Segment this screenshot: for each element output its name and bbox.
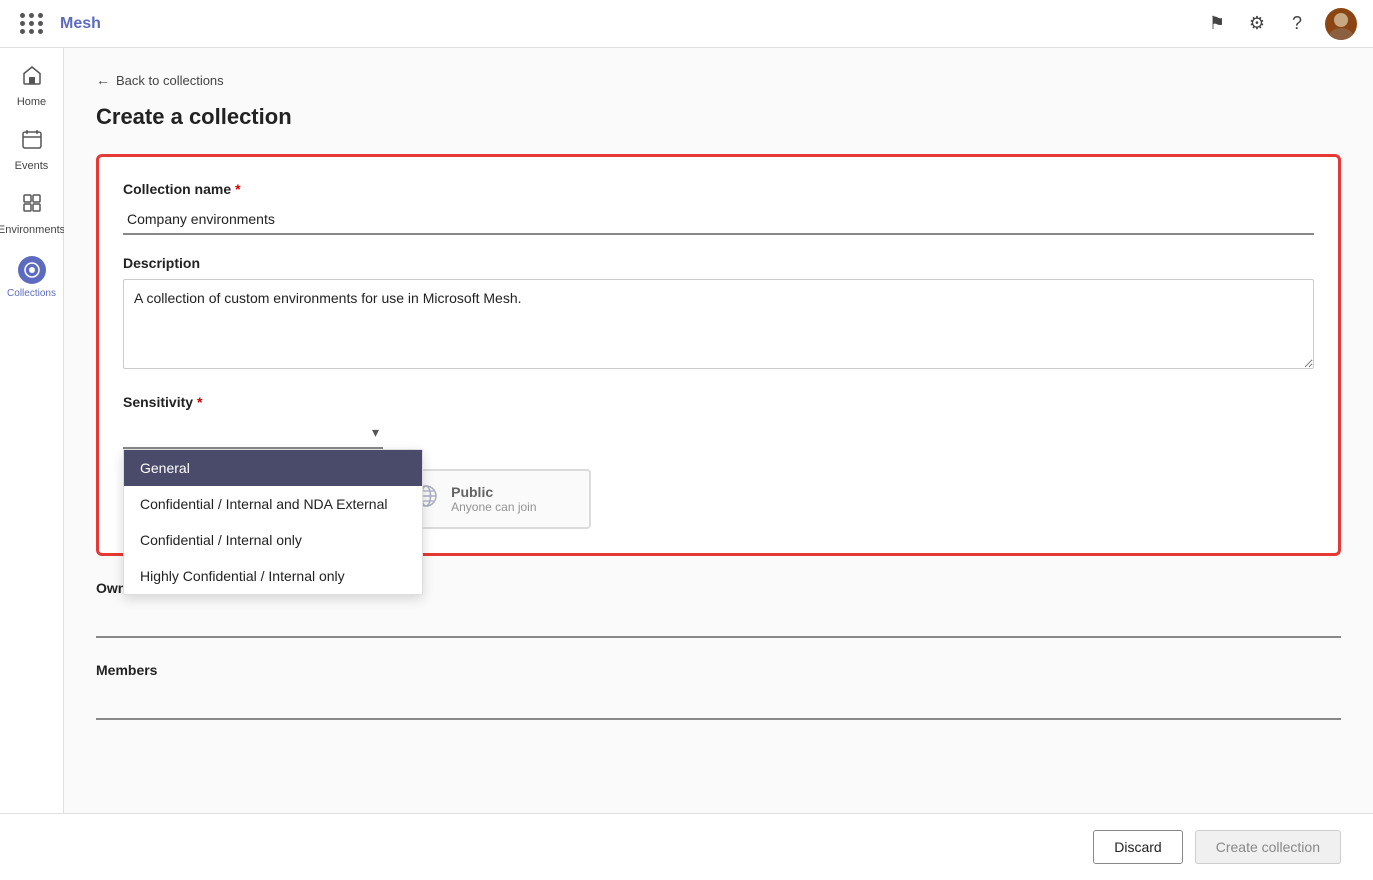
help-icon[interactable]: ? bbox=[1285, 12, 1309, 36]
page-title: Create a collection bbox=[96, 104, 1341, 130]
sidebar-home-label: Home bbox=[17, 96, 46, 108]
privacy-public-text: Public Anyone can join bbox=[451, 484, 536, 514]
sidebar: Home Events Envi bbox=[0, 48, 64, 813]
description-field-group: Description A collection of custom envir… bbox=[123, 255, 1314, 374]
members-input[interactable] bbox=[96, 686, 1341, 720]
sidebar-item-events[interactable]: Events bbox=[4, 120, 60, 180]
sensitivity-label: Sensitivity * bbox=[123, 394, 1314, 410]
sidebar-item-home[interactable]: Home bbox=[4, 56, 60, 116]
flag-icon[interactable]: ⚑ bbox=[1205, 12, 1229, 36]
description-label: Description bbox=[123, 255, 1314, 271]
back-link[interactable]: ← Back to collections bbox=[96, 72, 1341, 88]
create-collection-button[interactable]: Create collection bbox=[1195, 830, 1341, 864]
content-area: ← Back to collections Create a collectio… bbox=[64, 48, 1373, 813]
avatar[interactable] bbox=[1325, 8, 1357, 40]
description-textarea[interactable]: A collection of custom environments for … bbox=[123, 279, 1314, 369]
sidebar-environments-label: Environments bbox=[0, 224, 65, 236]
collection-name-label: Collection name * bbox=[123, 181, 1314, 197]
members-label: Members bbox=[96, 662, 1341, 678]
topbar-left: Mesh bbox=[16, 9, 101, 38]
chevron-down-icon: ▾ bbox=[372, 424, 379, 441]
sidebar-collections-label: Collections bbox=[7, 288, 56, 299]
environments-icon bbox=[21, 192, 43, 220]
members-section: Members bbox=[96, 662, 1341, 720]
sidebar-item-environments[interactable]: Environments bbox=[4, 184, 60, 244]
owners-input[interactable] bbox=[96, 604, 1341, 638]
topbar-right: ⚑ ⚙ ? bbox=[1205, 8, 1357, 40]
sidebar-item-collections[interactable]: Collections bbox=[4, 248, 60, 307]
sensitivity-select[interactable]: ▾ bbox=[123, 418, 383, 449]
back-link-text: Back to collections bbox=[116, 73, 224, 88]
footer: Discard Create collection bbox=[0, 813, 1373, 880]
app-launcher-icon[interactable] bbox=[16, 9, 48, 38]
sidebar-events-label: Events bbox=[15, 160, 49, 172]
sensitivity-dropdown-menu: General Confidential / Internal and NDA … bbox=[123, 449, 423, 595]
form-card: Collection name * Description A collecti… bbox=[96, 154, 1341, 556]
required-star: * bbox=[235, 181, 240, 197]
privacy-public-desc: Anyone can join bbox=[451, 500, 536, 514]
collection-name-field-group: Collection name * bbox=[123, 181, 1314, 235]
main-layout: Home Events Envi bbox=[0, 48, 1373, 813]
events-icon bbox=[21, 128, 43, 156]
sensitivity-field-group: Sensitivity * ▾ General Confidential / I… bbox=[123, 394, 1314, 449]
gear-icon[interactable]: ⚙ bbox=[1245, 12, 1269, 36]
app-name: Mesh bbox=[60, 15, 101, 33]
dropdown-item-general[interactable]: General bbox=[124, 450, 422, 486]
sensitivity-wrapper: ▾ General Confidential / Internal and ND… bbox=[123, 418, 1314, 449]
dropdown-item-highly-confidential[interactable]: Highly Confidential / Internal only bbox=[124, 558, 422, 594]
privacy-public-label: Public bbox=[451, 484, 536, 500]
discard-button[interactable]: Discard bbox=[1093, 830, 1182, 864]
topbar: Mesh ⚑ ⚙ ? bbox=[0, 0, 1373, 48]
sensitivity-required-star: * bbox=[197, 394, 202, 410]
collection-name-input[interactable] bbox=[123, 205, 1314, 235]
home-icon bbox=[21, 64, 43, 92]
back-arrow-icon: ← bbox=[96, 72, 110, 88]
dropdown-item-confidential-nda[interactable]: Confidential / Internal and NDA External bbox=[124, 486, 422, 522]
collections-icon bbox=[18, 256, 46, 284]
dropdown-item-confidential-internal[interactable]: Confidential / Internal only bbox=[124, 522, 422, 558]
